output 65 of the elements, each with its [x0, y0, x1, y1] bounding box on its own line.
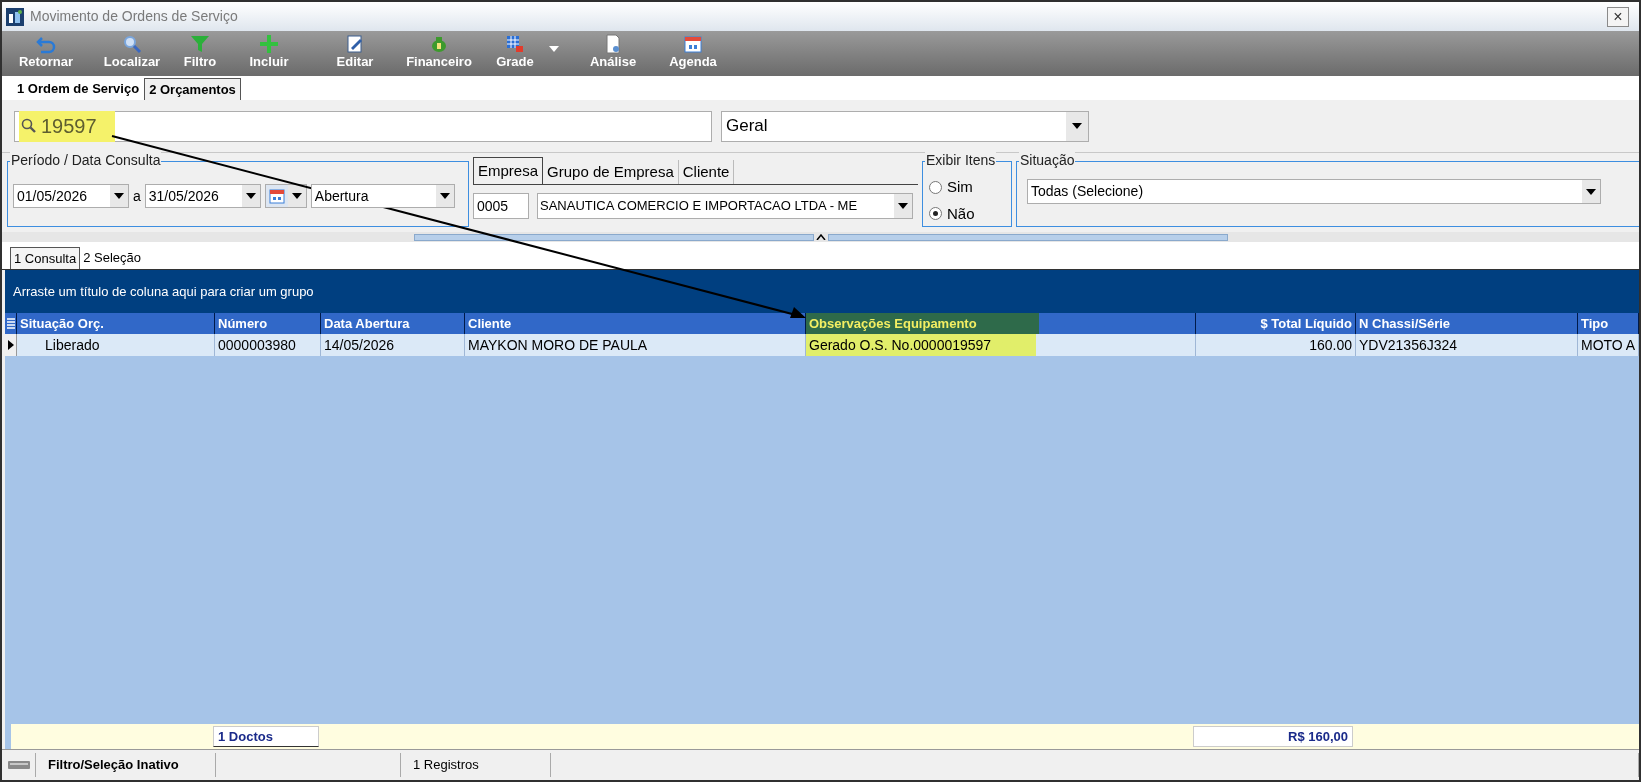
radio-button[interactable] — [929, 180, 942, 194]
search-icon — [21, 118, 37, 134]
status-dropdown[interactable]: Todas (Selecione) — [1027, 179, 1601, 204]
table-cell: MOTO A — [1578, 334, 1639, 356]
toolbar-button[interactable]: Análise — [566, 34, 660, 74]
tab[interactable]: Empresa — [473, 157, 544, 184]
toolbar-button[interactable]: Retornar — [10, 34, 82, 74]
scope-dropdown[interactable]: Geral — [721, 110, 1089, 142]
tab[interactable]: Grupo de Empresa — [543, 160, 679, 184]
group-title: Situação — [1019, 152, 1076, 168]
toolbar-button[interactable]: Editar — [320, 34, 390, 74]
status-text: 1 Registros — [401, 753, 551, 777]
company-dropdown[interactable]: SANAUTICA COMERCIO E IMPORTACAO LTDA - ME — [537, 193, 913, 219]
toolbar-button[interactable]: Agenda — [660, 34, 726, 74]
status-text: Filtro/Seleção Inativo — [36, 753, 216, 777]
table-cell: MAYKON MORO DE PAULA — [465, 334, 806, 356]
toolbar-icon — [190, 34, 210, 54]
tab[interactable]: 1 Ordem de Serviço — [12, 78, 145, 100]
total-summary: R$ 160,00 — [1193, 726, 1353, 747]
search-field[interactable]: 19597 — [14, 110, 712, 142]
tab[interactable]: 2 Orçamentos — [144, 78, 241, 100]
calendar-button[interactable] — [264, 184, 307, 208]
row-indicator-icon — [5, 334, 17, 356]
app-icon — [6, 7, 24, 26]
toolbar-button[interactable]: Incluir — [218, 34, 320, 74]
range-separator: a — [133, 186, 141, 206]
date-field[interactable]: 31/05/2026 — [144, 184, 261, 208]
table-cell: YDV21356J324 — [1356, 334, 1578, 356]
count-summary: 1 Doctos — [213, 726, 319, 747]
toolbar-icon — [122, 34, 142, 54]
radio-option[interactable]: Não — [929, 202, 1011, 225]
splitter-handle[interactable] — [827, 233, 1228, 241]
toolbar-icon — [36, 34, 56, 54]
tab[interactable]: 1 Consulta — [10, 247, 81, 269]
radio-button[interactable] — [929, 207, 942, 221]
toolbar-icon — [683, 34, 703, 54]
table-cell: Gerado O.S. No.0000019597 — [806, 334, 1196, 356]
close-button[interactable]: × — [1607, 6, 1629, 27]
group-panel-hint: Arraste um título de coluna aqui para criar um grupo — [13, 282, 314, 301]
search-text: 19597 — [41, 114, 97, 139]
group-title: Período / Data Consulta — [10, 152, 162, 168]
date-field[interactable]: 01/05/2026 — [13, 184, 129, 208]
column-header[interactable]: Observações Equipamento — [806, 313, 1196, 334]
tab[interactable]: Cliente — [678, 160, 735, 184]
table-row[interactable]: Liberado 0000003980 14/05/2026 MAYKON MORO DE PAULA Gerado O.S. No.0000019597 160.00 YDV21356J324 MOTO A — [5, 334, 1639, 356]
table-cell: 0000003980 — [215, 334, 321, 356]
toolbar-icon — [259, 34, 279, 54]
date-type-dropdown[interactable]: Abertura — [310, 184, 455, 208]
toolbar-button[interactable]: Grade — [488, 34, 542, 74]
toolbar-button[interactable]: Financeiro — [390, 34, 488, 74]
table-cell: Liberado — [17, 334, 215, 356]
tab[interactable]: 2 Seleção — [80, 247, 144, 269]
radio-option[interactable]: Sim — [929, 176, 1011, 199]
toolbar-button[interactable]: Localizar — [82, 34, 182, 74]
toolbar-icon — [505, 34, 525, 54]
window-title: Movimento de Ordens de Serviço — [30, 7, 238, 26]
toolbar-button[interactable]: Filtro — [182, 34, 218, 74]
splitter-handle[interactable] — [413, 233, 814, 241]
company-code-field[interactable]: 0005 — [473, 193, 529, 219]
table-cell: 14/05/2026 — [321, 334, 465, 356]
toolbar-icon — [603, 34, 623, 54]
table-cell: 160.00 — [1196, 334, 1356, 356]
toolbar-icon — [345, 34, 365, 54]
group-title: Exibir Itens — [925, 152, 997, 168]
toolbar-icon — [429, 34, 449, 54]
